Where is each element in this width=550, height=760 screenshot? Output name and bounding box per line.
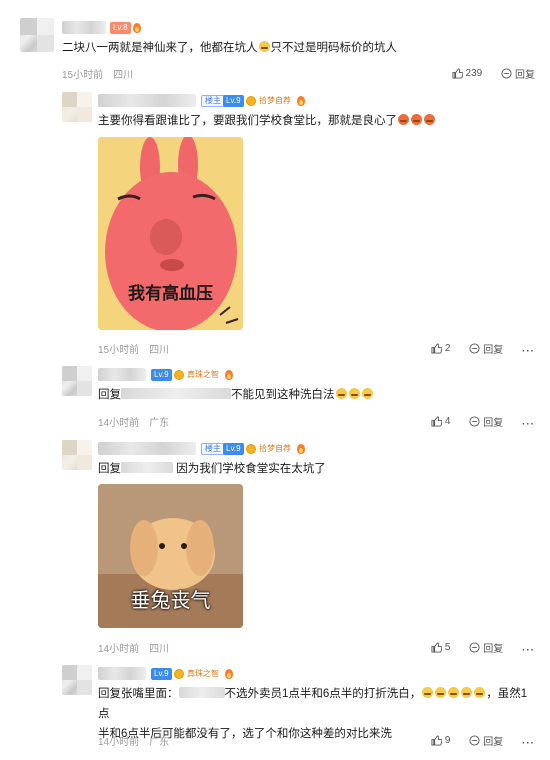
location: 四川	[149, 644, 170, 655]
username-redacted[interactable]	[62, 21, 106, 34]
sticker-caption: 垂兔丧气	[130, 590, 211, 612]
avatar[interactable]	[62, 92, 92, 122]
timestamp: 14小时前	[98, 418, 140, 429]
username-redacted[interactable]	[98, 368, 146, 381]
redacted-text	[178, 687, 225, 698]
more-options-icon[interactable]: ···	[522, 738, 535, 749]
medal-badge: 拾梦自荐	[245, 443, 294, 455]
more-options-icon[interactable]: ···	[522, 346, 535, 357]
emoji-icon	[424, 114, 435, 125]
level-badge: Lv.9	[151, 369, 172, 381]
emoji-icon	[361, 388, 373, 399]
emoji-icon	[461, 687, 473, 698]
avatar[interactable]	[62, 440, 92, 470]
emoji-icon	[398, 114, 409, 125]
thumbs-up-icon	[431, 343, 442, 354]
reply-button[interactable]: 回复	[469, 414, 503, 429]
reply-icon	[501, 68, 512, 79]
emoji-icon	[448, 687, 460, 698]
timestamp: 15小时前	[98, 345, 140, 356]
comment-actions: 4 回复 ···	[415, 414, 535, 430]
flame-icon	[132, 22, 142, 34]
reply-icon	[469, 343, 480, 354]
comment-text: 回复 因为我们学校食堂实在太坑了	[98, 462, 326, 475]
thumbs-up-icon	[431, 642, 442, 653]
comment-text: 主要你得看跟谁比了，要跟我们学校食堂比，那就是良心了	[98, 111, 528, 131]
comment-meta: 14小时前 四川	[98, 640, 169, 655]
more-options-icon[interactable]: ···	[522, 419, 535, 430]
reply-icon	[469, 416, 480, 427]
level-badge: Lv.9	[223, 95, 244, 107]
comment-text: 回复 不能见到这种洗白法	[98, 385, 528, 405]
level-badge: Lv.8	[110, 22, 131, 34]
location: 广东	[149, 418, 170, 429]
reply-icon	[469, 735, 480, 746]
reply-button[interactable]: 回复	[501, 66, 535, 81]
emoji-icon	[435, 687, 447, 698]
medal-badge: 真珠之智	[173, 668, 222, 680]
medal-coin-icon	[174, 669, 184, 679]
avatar[interactable]	[62, 665, 92, 695]
medal-coin-icon	[246, 444, 256, 454]
more-options-icon[interactable]: ···	[522, 645, 535, 656]
medal-coin-icon	[174, 370, 184, 380]
like-button[interactable]: 9	[431, 735, 450, 746]
like-button[interactable]: 2	[431, 343, 450, 354]
redacted-text	[121, 462, 173, 473]
emoji-icon	[474, 687, 486, 698]
flame-icon	[296, 95, 306, 107]
emoji-icon	[422, 687, 434, 698]
emoji-icon	[258, 41, 270, 52]
comment-meta: 15小时前 四川	[62, 66, 133, 81]
emoji-icon	[348, 388, 360, 399]
comment-text: 二块八一两就是神仙来了，他都在坑人 只不过是明码标价的坑人	[62, 41, 397, 54]
timestamp: 14小时前	[98, 737, 140, 748]
comment-actions: 5 回复 ···	[415, 640, 535, 656]
comment-meta: 15小时前 四川	[98, 341, 169, 356]
flame-icon	[224, 369, 234, 381]
medal-coin-icon	[246, 96, 256, 106]
like-button[interactable]: 5	[431, 642, 450, 653]
comment-meta: 14小时前 广东	[98, 733, 169, 748]
avatar[interactable]	[62, 366, 92, 396]
emoji-icon	[335, 388, 347, 399]
emoji-icon	[411, 114, 422, 125]
username-redacted[interactable]	[98, 442, 196, 455]
reply-button[interactable]: 回复	[469, 341, 503, 356]
medal-badge: 真珠之智	[173, 369, 222, 381]
reply-button[interactable]: 回复	[469, 733, 503, 748]
avatar[interactable]	[20, 18, 54, 52]
reply-button[interactable]: 回复	[469, 640, 503, 655]
thumbs-up-icon	[431, 735, 442, 746]
like-button[interactable]: 239	[451, 68, 482, 79]
reply-icon	[469, 642, 480, 653]
comment-meta: 14小时前 广东	[98, 414, 169, 429]
host-badge: 楼主	[201, 443, 225, 455]
username-redacted[interactable]	[98, 667, 146, 680]
host-badge: 楼主	[201, 95, 225, 107]
sticker-image[interactable]: 我有高血压	[98, 137, 243, 330]
comment-actions: 239 回复	[436, 66, 535, 82]
comment-actions: 9 回复 ···	[415, 733, 535, 749]
timestamp: 14小时前	[98, 644, 140, 655]
sticker-caption: 我有高血压	[128, 284, 213, 303]
like-button[interactable]: 4	[431, 416, 450, 427]
flame-icon	[224, 668, 234, 680]
thumbs-up-icon	[451, 68, 463, 79]
location: 广东	[149, 737, 170, 748]
flame-icon	[296, 443, 306, 455]
comment-actions: 2 回复 ···	[415, 341, 535, 357]
medal-badge: 拾梦自荐	[245, 95, 294, 107]
thumbs-up-icon	[431, 416, 442, 427]
username-redacted[interactable]	[98, 94, 196, 107]
sticker-image[interactable]: 垂兔丧气	[98, 484, 243, 628]
level-badge: Lv.9	[151, 668, 172, 680]
redacted-text	[121, 388, 231, 399]
location: 四川	[149, 345, 170, 356]
location: 四川	[113, 70, 134, 81]
timestamp: 15小时前	[62, 70, 104, 81]
level-badge: Lv.9	[223, 443, 244, 455]
